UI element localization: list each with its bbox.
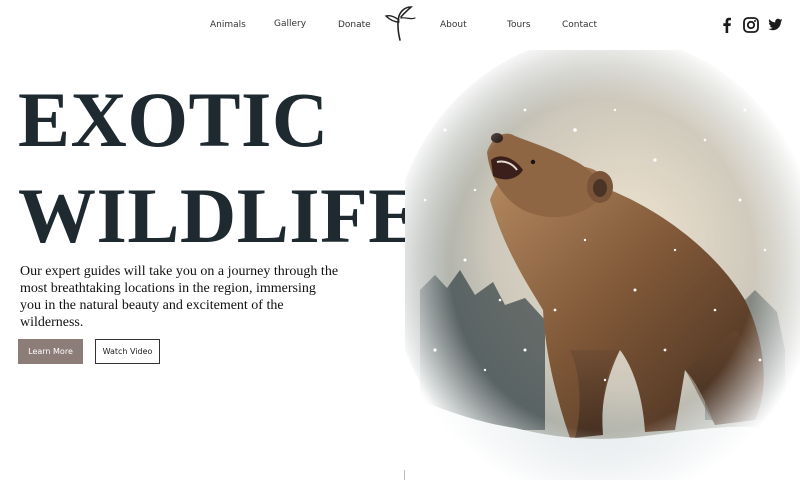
hero-image-bear — [405, 50, 800, 480]
hero-title-line-1: EXOTIC — [18, 76, 329, 163]
bottom-divider — [404, 470, 405, 480]
nav-link-about[interactable]: About — [440, 20, 467, 30]
hero-description: Our expert guides will take you on a jou… — [20, 264, 339, 330]
hero-title-line-2: WILDLIFE — [18, 172, 421, 259]
nav-link-animals[interactable]: Animals — [210, 20, 246, 30]
learn-more-button[interactable]: Learn More — [18, 339, 83, 364]
instagram-icon[interactable] — [742, 16, 760, 34]
nav-link-donate[interactable]: Donate — [338, 20, 371, 30]
nav-link-gallery[interactable]: Gallery — [274, 19, 306, 29]
twitter-icon[interactable] — [766, 16, 784, 34]
nav-link-contact[interactable]: Contact — [562, 20, 597, 30]
main-nav: Animals Gallery Donate About Tours Conta… — [0, 0, 800, 50]
sprout-icon[interactable] — [384, 4, 418, 42]
watch-video-button[interactable]: Watch Video — [95, 339, 160, 364]
hero-title: EXOTIC WILDLIFE — [18, 72, 421, 264]
nav-link-tours[interactable]: Tours — [507, 20, 531, 30]
facebook-icon[interactable] — [718, 16, 736, 34]
